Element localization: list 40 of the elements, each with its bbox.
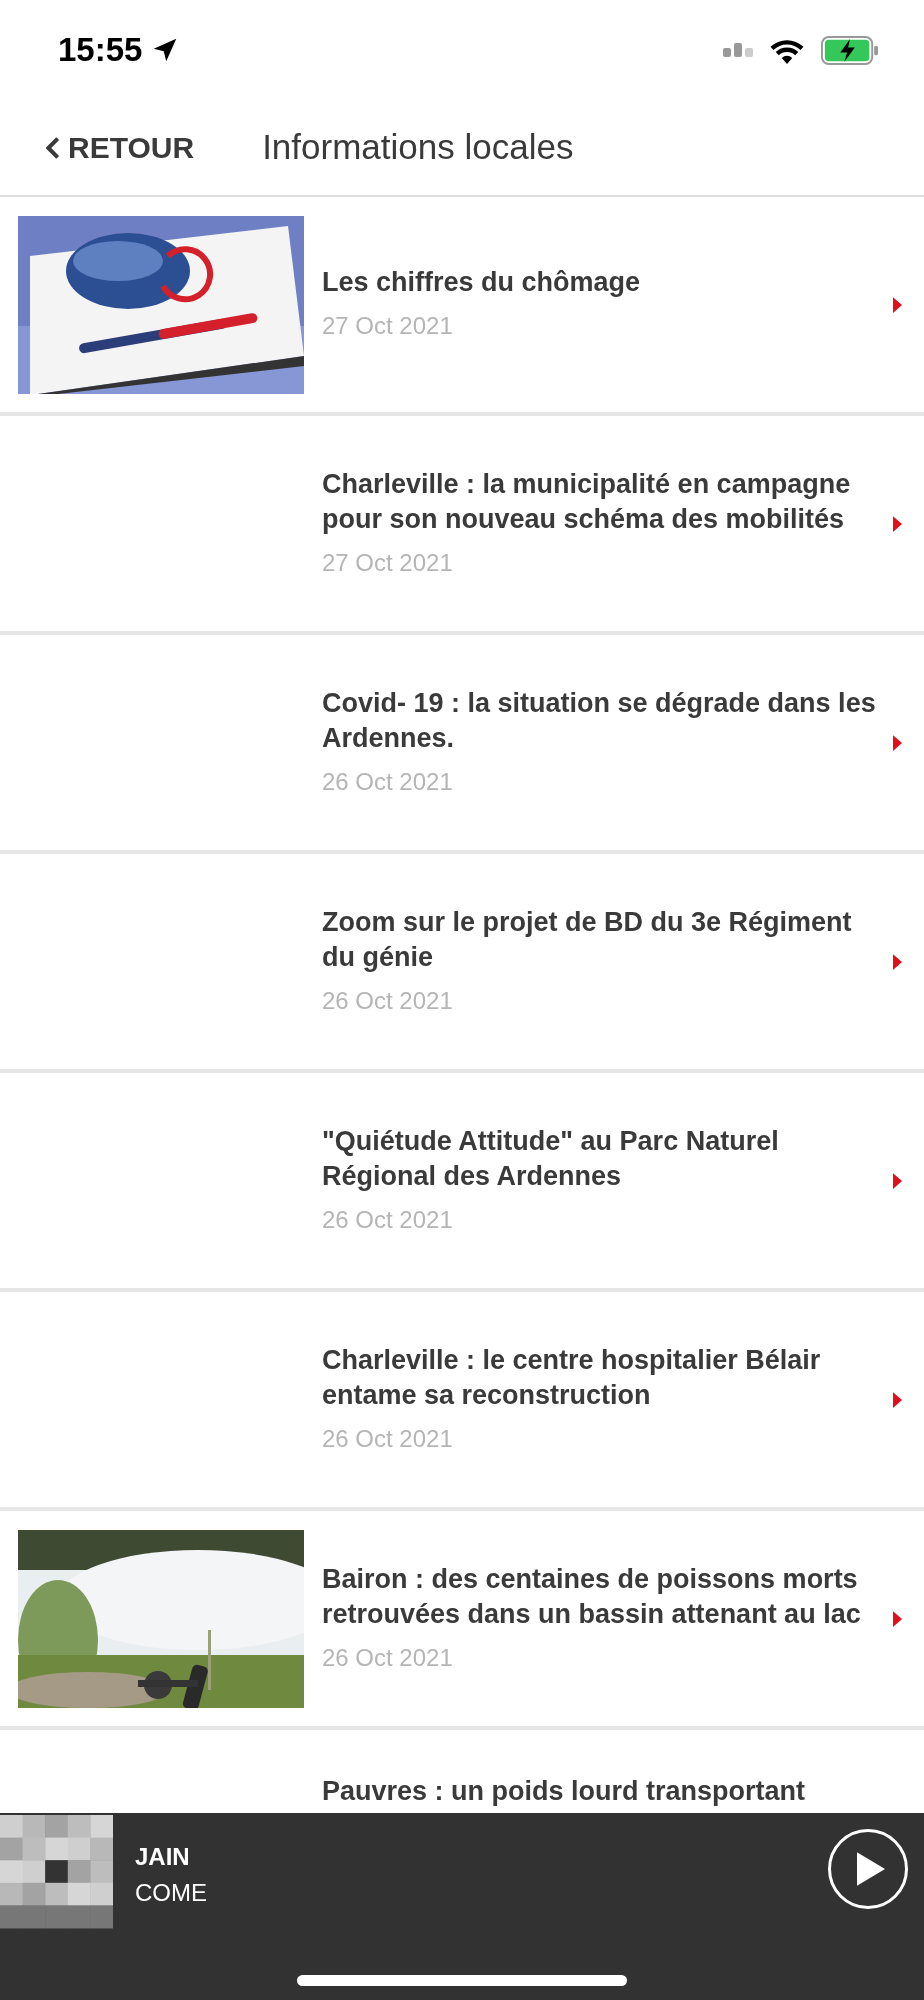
artist-name: JAIN — [135, 1842, 191, 1872]
article-row[interactable]: Zoom sur le projet de BD du 3e Régiment du génie 26 Oct 2021 — [0, 854, 924, 1073]
article-row[interactable]: Covid- 19 : la situation se dégrade dans les Ardennes. 26 Oct 2021 — [0, 635, 924, 854]
play-button[interactable] — [828, 1829, 908, 1909]
chevron-left-icon — [46, 135, 60, 160]
caret-right-icon — [893, 1171, 902, 1190]
article-date: 27 Oct 2021 — [322, 547, 454, 578]
caret-right-icon — [893, 514, 902, 533]
caret-right-icon — [893, 295, 902, 314]
page-title: Informations locales — [262, 126, 574, 169]
article-row[interactable]: Charleville : la municipalité en campagne pour son nouveau schéma des mobilités 27 Oct 2021 — [0, 416, 924, 635]
article-date: 26 Oct 2021 — [322, 1423, 454, 1454]
caret-right-icon — [893, 952, 902, 971]
caret-right-icon — [893, 733, 902, 752]
article-title: Bairon : des centaines de poissons morts retrouvées dans un bassin attenant au lac — [322, 1562, 862, 1631]
caret-right-icon — [893, 1390, 902, 1409]
article-title: Pauvres : un poids lourd transportant — [322, 1775, 807, 1808]
article-row[interactable]: Pauvres : un poids lourd transportant — [0, 1730, 924, 1813]
article-title: Covid- 19 : la situation se dégrade dans les Ardennes. — [322, 686, 877, 755]
status-time: 15:55 — [58, 30, 143, 71]
article-title: Charleville : la municipalité en campagne pour son nouveau schéma des mobilités — [322, 467, 852, 536]
article-title: "Quiétude Attitude" au Parc Naturel Régional des Ardennes — [322, 1124, 780, 1193]
battery-icon — [821, 35, 879, 65]
article-title: Charleville : le centre hospitalier Bélair entame sa reconstruction — [322, 1343, 822, 1412]
article-date: 26 Oct 2021 — [322, 766, 454, 797]
back-button[interactable]: RETOUR — [46, 125, 195, 170]
article-row[interactable]: Les chiffres du chômage 27 Oct 2021 — [0, 197, 924, 416]
article-date: 26 Oct 2021 — [322, 1204, 454, 1235]
article-date: 26 Oct 2021 — [322, 1642, 454, 1673]
play-icon — [857, 1852, 885, 1886]
signal-icon — [723, 43, 753, 57]
article-row[interactable]: Charleville : le centre hospitalier Bélair entame sa reconstruction 26 Oct 2021 — [0, 1292, 924, 1511]
article-title: Les chiffres du chômage — [322, 266, 642, 299]
article-row[interactable]: Bairon : des centaines de poissons morts retrouvées dans un bassin attenant au lac 26 Oct 2021 — [0, 1511, 924, 1730]
article-date: 27 Oct 2021 — [322, 311, 454, 341]
article-title: Zoom sur le projet de BD du 3e Régiment du génie — [322, 905, 853, 974]
caret-right-icon — [893, 1609, 902, 1628]
article-date: 26 Oct 2021 — [322, 985, 454, 1016]
article-row[interactable]: "Quiétude Attitude" au Parc Naturel Régional des Ardennes 26 Oct 2021 — [0, 1073, 924, 1292]
track-name: COME — [135, 1878, 207, 1908]
